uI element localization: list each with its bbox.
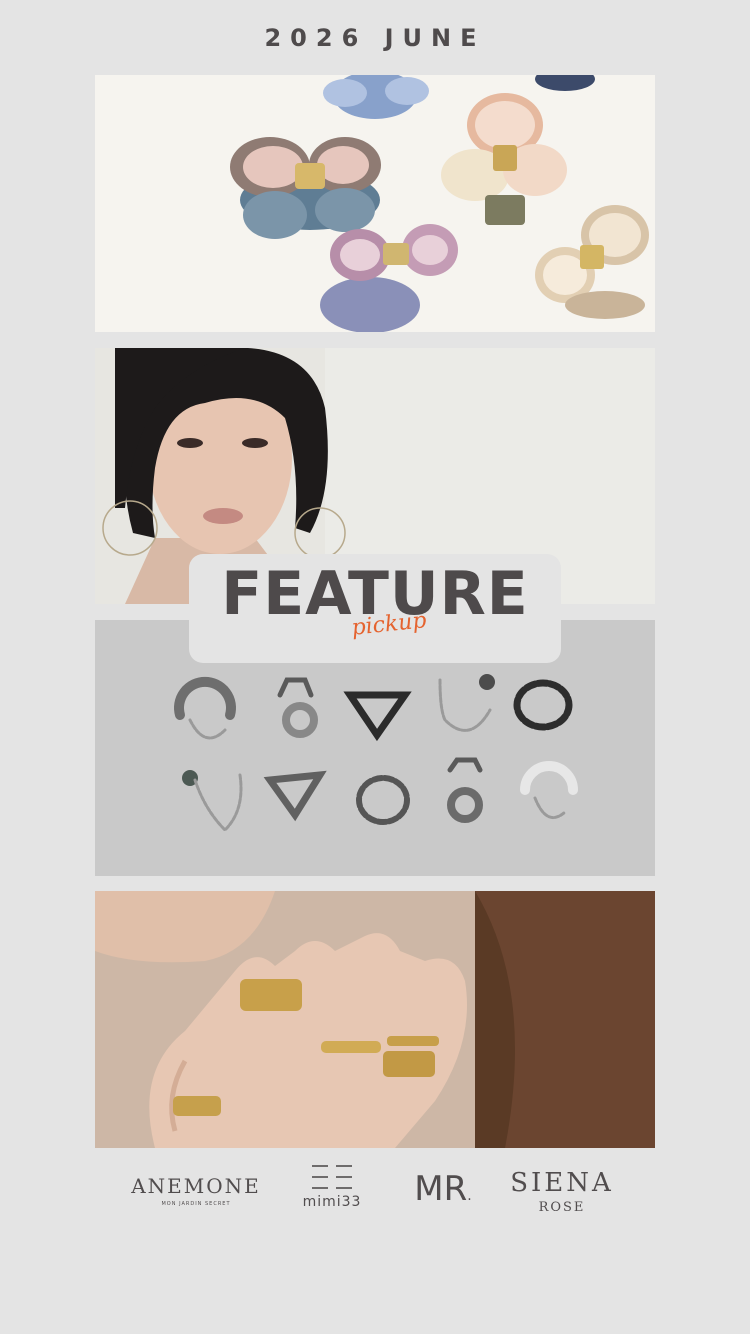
feature-pickup-badge: FEATURE pickup (189, 554, 561, 663)
mimi33-name: mimi33 (302, 1194, 362, 1210)
mr-name: MR (414, 1169, 468, 1209)
brand-mimi33-logo[interactable]: mimi33 (292, 1164, 372, 1210)
brand-anemone-logo[interactable]: ANEMONE MON JARDIN SECRET (128, 1176, 264, 1207)
brand-mr-logo[interactable]: MR. (398, 1172, 488, 1206)
siena-name: SIENA (510, 1168, 614, 1198)
date-heading: 2026 JUNE (264, 24, 486, 52)
anemone-name: ANEMONE (131, 1174, 261, 1198)
siena-sub: ROSE (538, 1200, 586, 1215)
gold-rings-illustration (95, 891, 655, 1148)
brand-siena-rose-logo[interactable]: SIENA ROSE (502, 1170, 622, 1215)
mimi33-mark-icon (312, 1165, 352, 1189)
anemone-tagline: MON JARDIN SECRET (161, 1201, 231, 1207)
gold-rings-photo[interactable] (95, 891, 655, 1148)
mr-dot: . (467, 1188, 472, 1204)
hair-clips-illustration (95, 75, 655, 332)
hair-clips-photo[interactable] (95, 75, 655, 332)
